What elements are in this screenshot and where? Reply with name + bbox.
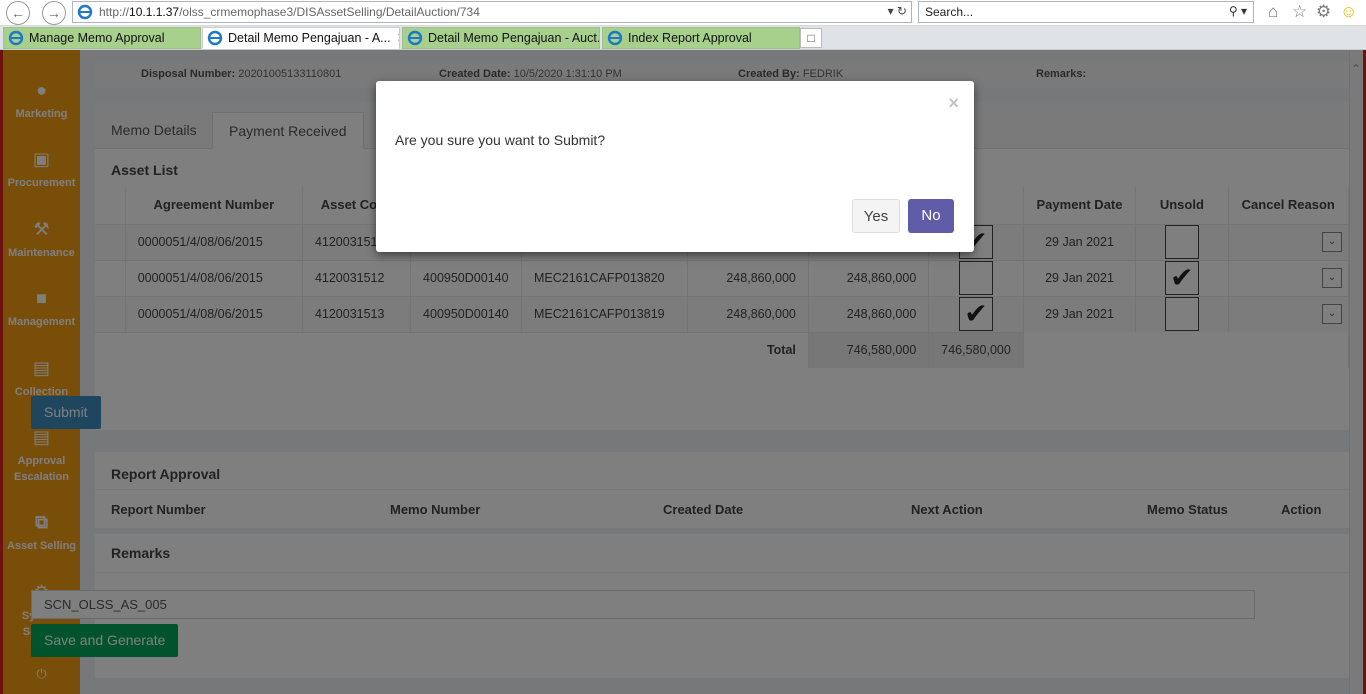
confirm-submit-modal: × Are you sure you want to Submit? Yes N…	[376, 81, 974, 252]
yes-button[interactable]: Yes	[852, 199, 900, 233]
browser-tab-index-report[interactable]: Index Report Approval	[602, 27, 800, 49]
refresh-icon[interactable]: ▾ ↻	[888, 4, 907, 18]
home-icon[interactable]: ⌂	[1268, 2, 1278, 22]
back-arrow-icon[interactable]: ←	[6, 1, 30, 25]
url-input[interactable]: http://10.1.1.37/olss_crmemophase3/DISAs…	[72, 1, 912, 23]
close-icon[interactable]: ✕	[397, 30, 399, 46]
tab-label: Manage Memo Approval	[29, 31, 165, 45]
new-tab-icon[interactable]: □	[800, 28, 822, 48]
browser-tab-manage-memo[interactable]: Manage Memo Approval	[3, 27, 201, 49]
browser-tab-detail-memo-auction[interactable]: Detail Memo Pengajuan - Auct...	[402, 27, 600, 49]
tab-label: Index Report Approval	[628, 31, 752, 45]
browser-tab-bar: Manage Memo Approval Detail Memo Pengaju…	[0, 26, 1366, 50]
search-placeholder: Search...	[925, 5, 974, 19]
gear-icon[interactable]: ⚙	[1316, 2, 1331, 22]
tab-label: Detail Memo Pengajuan - Auct...	[428, 31, 600, 45]
page-content: ●Marketing ▣Procurement ⚒Maintenance ■Ma…	[0, 50, 1366, 694]
smiley-icon[interactable]: ☺	[1340, 2, 1357, 22]
ie-icon	[207, 30, 223, 46]
ie-icon	[77, 4, 93, 20]
browser-tab-detail-memo-active[interactable]: Detail Memo Pengajuan - A... ✕	[202, 27, 400, 49]
forward-arrow-icon[interactable]: →	[42, 1, 66, 25]
url-text: http://10.1.1.37/olss_crmemophase3/DISAs…	[99, 5, 480, 19]
search-icon[interactable]: ⚲ ▾	[1229, 4, 1247, 18]
browser-address-bar: ← → http://10.1.1.37/olss_crmemophase3/D…	[0, 0, 1366, 26]
ie-icon	[607, 30, 623, 46]
ie-icon	[8, 30, 24, 46]
modal-message: Are you sure you want to Submit?	[395, 132, 606, 148]
star-icon[interactable]: ☆	[1292, 2, 1307, 22]
ie-icon	[407, 30, 423, 46]
browser-search-input[interactable]: Search... ⚲ ▾	[918, 1, 1254, 23]
close-icon[interactable]: ×	[948, 93, 959, 114]
tab-label: Detail Memo Pengajuan - A...	[228, 31, 391, 45]
no-button[interactable]: No	[908, 199, 954, 233]
